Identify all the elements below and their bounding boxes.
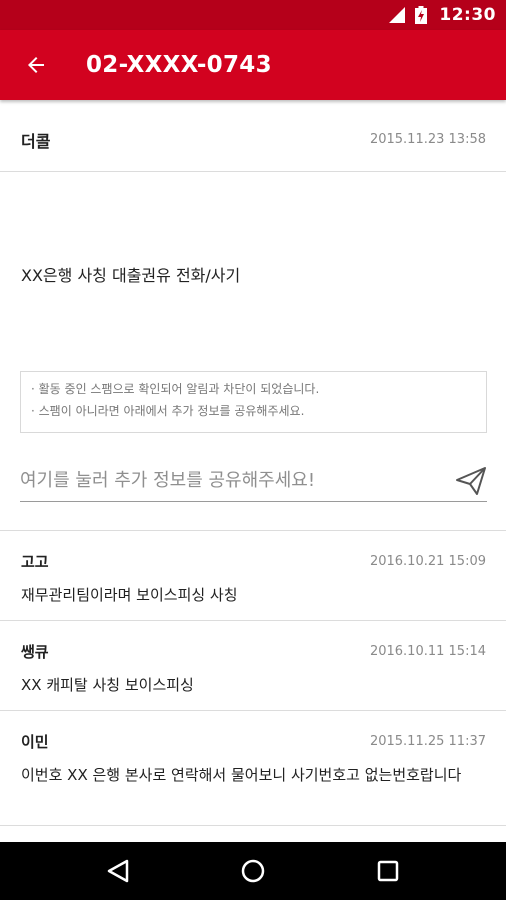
arrow-back-icon bbox=[28, 57, 44, 73]
battery-charging-icon bbox=[415, 6, 428, 24]
navigation-bar bbox=[0, 842, 506, 900]
post-header: 더콜 2015.11.23 13:58 bbox=[0, 100, 506, 172]
comment-author: 쌩큐 bbox=[21, 643, 49, 661]
triangle-back-icon bbox=[107, 859, 128, 883]
comment-date: 2016.10.21 15:09 bbox=[369, 554, 486, 569]
comment-author: 고고 bbox=[21, 553, 49, 571]
circle-home-icon bbox=[241, 859, 265, 883]
send-button[interactable] bbox=[455, 466, 487, 496]
nav-recents-button[interactable] bbox=[368, 851, 408, 891]
signal-icon bbox=[389, 7, 406, 23]
comment-item: 이민 2015.11.25 11:37 이번호 XX 은행 본사로 연락해서 물… bbox=[0, 711, 506, 826]
status-time: 12:30 bbox=[439, 5, 496, 25]
content-area[interactable]: 더콜 2015.11.23 13:58 XX은행 사칭 대출권유 전화/사기 ·… bbox=[0, 100, 506, 842]
page-title: 02-XXXX-0743 bbox=[86, 52, 272, 78]
notice-box: · 활동 중인 스팸으로 확인되어 알림과 차단이 되었습니다. · 스팸이 아… bbox=[20, 371, 487, 433]
post-author: 더콜 bbox=[21, 132, 51, 151]
notice-line: · 스팸이 아니라면 아래에서 추가 정보를 공유해주세요. bbox=[31, 404, 305, 418]
comment-item: 고고 2016.10.21 15:09 재무관리팀이라며 보이스피싱 사칭 bbox=[0, 531, 506, 621]
comment-author: 이민 bbox=[21, 733, 49, 751]
square-recents-icon bbox=[378, 860, 399, 882]
comment-text: XX 캐피탈 사칭 보이스피싱 bbox=[21, 676, 194, 694]
nav-back-button[interactable] bbox=[98, 851, 138, 891]
share-row bbox=[20, 460, 487, 502]
back-button[interactable] bbox=[16, 45, 56, 85]
comment-text: 이번호 XX 은행 본사로 연락해서 물어보니 사기번호고 없는번호랍니다 bbox=[21, 766, 462, 784]
app-bar: 02-XXXX-0743 bbox=[0, 30, 506, 100]
nav-home-button[interactable] bbox=[233, 851, 273, 891]
share-info-input[interactable] bbox=[20, 464, 440, 496]
comment-list: 고고 2016.10.21 15:09 재무관리팀이라며 보이스피싱 사칭 쌩큐… bbox=[0, 530, 506, 826]
comment-item: 쌩큐 2016.10.11 15:14 XX 캐피탈 사칭 보이스피싱 bbox=[0, 621, 506, 711]
status-bar: 12:30 bbox=[0, 0, 506, 30]
comment-date: 2016.10.11 15:14 bbox=[369, 644, 486, 659]
post-date: 2015.11.23 13:58 bbox=[369, 132, 486, 147]
comment-date: 2015.11.25 11:37 bbox=[369, 734, 486, 749]
post-body: XX은행 사칭 대출권유 전화/사기 bbox=[21, 266, 241, 285]
notice-line: · 활동 중인 스팸으로 확인되어 알림과 차단이 되었습니다. bbox=[31, 382, 320, 396]
send-icon bbox=[456, 467, 486, 495]
comment-text: 재무관리팀이라며 보이스피싱 사칭 bbox=[21, 586, 238, 604]
